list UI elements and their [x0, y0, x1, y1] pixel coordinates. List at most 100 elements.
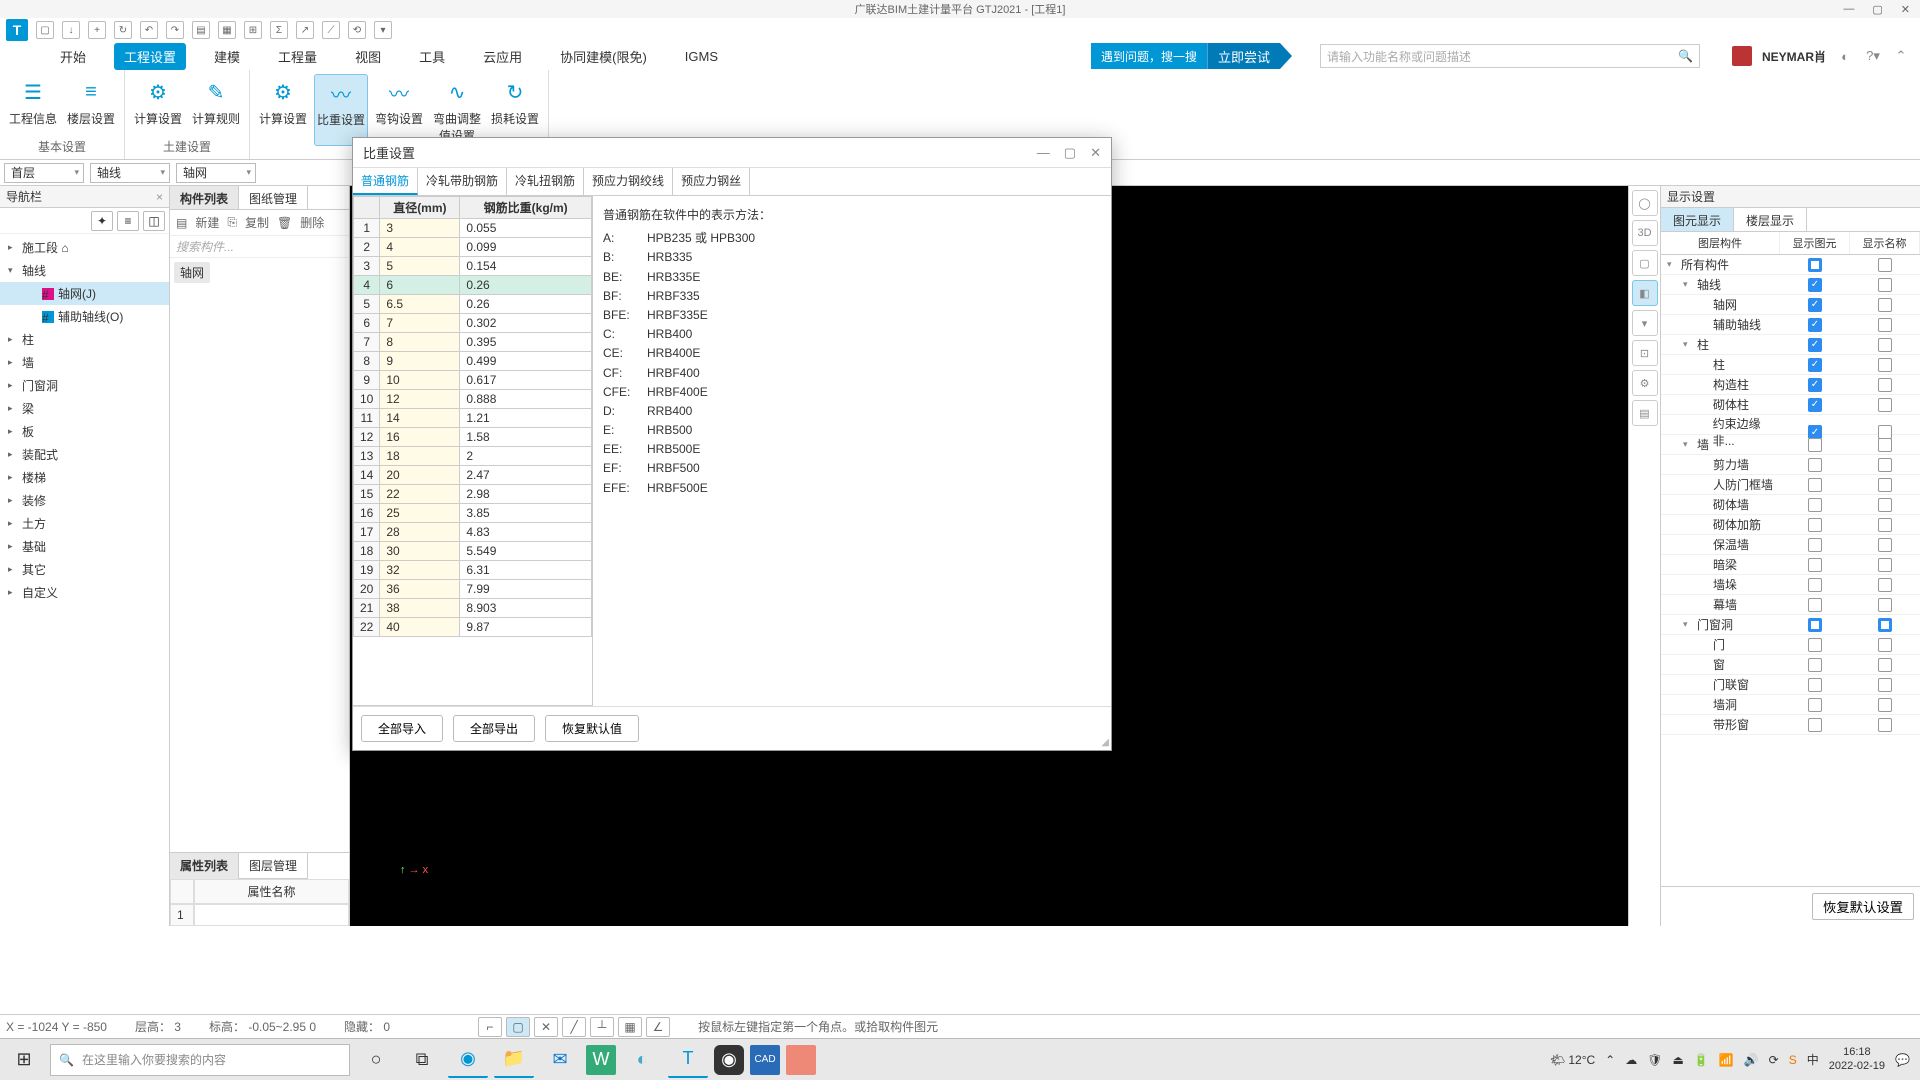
qat-refresh-icon[interactable]: ↻: [114, 21, 132, 39]
checkbox[interactable]: [1878, 278, 1892, 292]
view-box-icon[interactable]: ▢: [1632, 250, 1658, 276]
explorer-icon[interactable]: 📁: [494, 1042, 534, 1078]
resize-grip-icon[interactable]: ◢: [1101, 737, 1109, 748]
taskbar-clock[interactable]: 16:182022-02-19: [1829, 1046, 1885, 1072]
nav-item[interactable]: ▸自定义: [0, 581, 169, 604]
snap-grid-icon[interactable]: ▦: [618, 1017, 642, 1037]
table-row[interactable]: 18305.549: [354, 542, 592, 561]
checkbox[interactable]: [1808, 258, 1822, 272]
restore-defaults-button[interactable]: 恢复默认设置: [1812, 893, 1914, 920]
dialog-maximize-icon[interactable]: ▢: [1064, 145, 1076, 161]
collapse-icon[interactable]: ⌃: [1892, 47, 1910, 65]
checkbox[interactable]: [1808, 478, 1822, 492]
checkbox[interactable]: [1878, 478, 1892, 492]
checkbox[interactable]: [1808, 438, 1822, 452]
nav-item[interactable]: ▸楼梯: [0, 466, 169, 489]
checkbox[interactable]: [1808, 618, 1822, 632]
table-row[interactable]: 350.154: [354, 257, 592, 276]
view-orbit-icon[interactable]: ◯: [1632, 190, 1658, 216]
table-row[interactable]: 13182: [354, 447, 592, 466]
nav-list-icon[interactable]: ≡: [117, 211, 139, 231]
dialog-tab[interactable]: 冷轧扭钢筋: [507, 168, 584, 195]
nav-item[interactable]: #轴网(J): [0, 282, 169, 305]
layer-row[interactable]: ▾轴线✓: [1661, 275, 1920, 295]
checkbox[interactable]: [1808, 458, 1822, 472]
checkbox[interactable]: [1808, 598, 1822, 612]
qat-arrow-icon[interactable]: ↗: [296, 21, 314, 39]
edge-icon[interactable]: ◉: [448, 1042, 488, 1078]
nav-item[interactable]: ▸墙: [0, 351, 169, 374]
table-row[interactable]: 11141.21: [354, 409, 592, 428]
notifications-icon[interactable]: 💬: [1895, 1053, 1910, 1067]
app-icon[interactable]: T: [668, 1042, 708, 1078]
qat-sum-icon[interactable]: Σ: [270, 21, 288, 39]
ribbon-弯钩设置[interactable]: 〰弯钩设置: [372, 74, 426, 146]
ribbon-比重设置[interactable]: 〰比重设置: [314, 74, 368, 146]
dialog-button[interactable]: 全部导入: [361, 715, 443, 742]
tray-usb-icon[interactable]: ⏏: [1672, 1053, 1683, 1067]
help-banner[interactable]: 遇到问题，搜一搜 立即尝试: [1091, 43, 1280, 69]
menu-item-6[interactable]: 云应用: [473, 43, 532, 70]
tab-component-list[interactable]: 构件列表: [170, 186, 239, 209]
table-row[interactable]: 56.50.26: [354, 295, 592, 314]
layer-row[interactable]: 人防门框墙: [1661, 475, 1920, 495]
layer-row[interactable]: 带形窗: [1661, 715, 1920, 735]
tray-wifi-icon[interactable]: 📶: [1719, 1053, 1734, 1067]
layer-row[interactable]: ▾柱✓: [1661, 335, 1920, 355]
layer-row[interactable]: 约束边缘非...✓: [1661, 415, 1920, 435]
tray-s-icon[interactable]: S: [1789, 1053, 1797, 1067]
obs-icon[interactable]: ◉: [714, 1045, 744, 1075]
view-gear-icon[interactable]: ⚙: [1632, 370, 1658, 396]
checkbox[interactable]: [1878, 638, 1892, 652]
table-row[interactable]: 21388.903: [354, 599, 592, 618]
checkbox[interactable]: [1878, 458, 1892, 472]
checkbox[interactable]: [1878, 378, 1892, 392]
dialog-button[interactable]: 全部导出: [453, 715, 535, 742]
checkbox[interactable]: ✓: [1808, 318, 1822, 332]
qat-new-icon[interactable]: +: [88, 21, 106, 39]
snap-mid-icon[interactable]: ▢: [506, 1017, 530, 1037]
layer-row[interactable]: 柱✓: [1661, 355, 1920, 375]
cad-icon[interactable]: CAD: [750, 1045, 780, 1075]
checkbox[interactable]: ✓: [1808, 358, 1822, 372]
table-row[interactable]: 890.499: [354, 352, 592, 371]
checkbox[interactable]: [1878, 298, 1892, 312]
qat-grid1-icon[interactable]: ▤: [192, 21, 210, 39]
avatar[interactable]: [1732, 46, 1752, 66]
table-row[interactable]: 22409.87: [354, 618, 592, 637]
checkbox[interactable]: [1878, 578, 1892, 592]
delete-icon[interactable]: 🗑: [277, 216, 292, 230]
taskview-icon[interactable]: ⧉: [402, 1042, 442, 1078]
layer-row[interactable]: 剪力墙: [1661, 455, 1920, 475]
tray-cloud-icon[interactable]: ☁: [1625, 1053, 1637, 1067]
snap-line-icon[interactable]: ╱: [562, 1017, 586, 1037]
browser-icon[interactable]: ◐: [622, 1042, 662, 1078]
checkbox[interactable]: [1878, 598, 1892, 612]
checkbox[interactable]: ✓: [1808, 278, 1822, 292]
ribbon-损耗设置[interactable]: ↻损耗设置: [488, 74, 542, 146]
category-selector[interactable]: 轴线: [90, 163, 170, 183]
layer-row[interactable]: 轴网✓: [1661, 295, 1920, 315]
table-row[interactable]: 780.395: [354, 333, 592, 352]
menu-item-3[interactable]: 工程量: [268, 43, 327, 70]
menu-item-0[interactable]: 开始: [50, 43, 96, 70]
ribbon-楼层设置[interactable]: ≡楼层设置: [64, 74, 118, 129]
ribbon-弯曲调整值设置[interactable]: ∿弯曲调整值设置: [430, 74, 484, 146]
table-row[interactable]: 17284.83: [354, 523, 592, 542]
nav-item[interactable]: ▸板: [0, 420, 169, 443]
dialog-minimize-icon[interactable]: —: [1037, 145, 1050, 161]
nav-item[interactable]: ▾轴线: [0, 259, 169, 282]
component-search[interactable]: 搜索构件...: [170, 236, 349, 258]
checkbox[interactable]: [1878, 518, 1892, 532]
new-button[interactable]: 新建: [195, 214, 219, 231]
layer-row[interactable]: 辅助轴线✓: [1661, 315, 1920, 335]
view-list-icon[interactable]: ▤: [1632, 400, 1658, 426]
nav-item[interactable]: ▸装配式: [0, 443, 169, 466]
table-row[interactable]: 12161.58: [354, 428, 592, 447]
nav-item[interactable]: ▸柱: [0, 328, 169, 351]
layer-row[interactable]: 构造柱✓: [1661, 375, 1920, 395]
table-row[interactable]: 20367.99: [354, 580, 592, 599]
layer-row[interactable]: 窗: [1661, 655, 1920, 675]
snap-perp-icon[interactable]: ┴: [590, 1017, 614, 1037]
layer-row[interactable]: 墙洞: [1661, 695, 1920, 715]
